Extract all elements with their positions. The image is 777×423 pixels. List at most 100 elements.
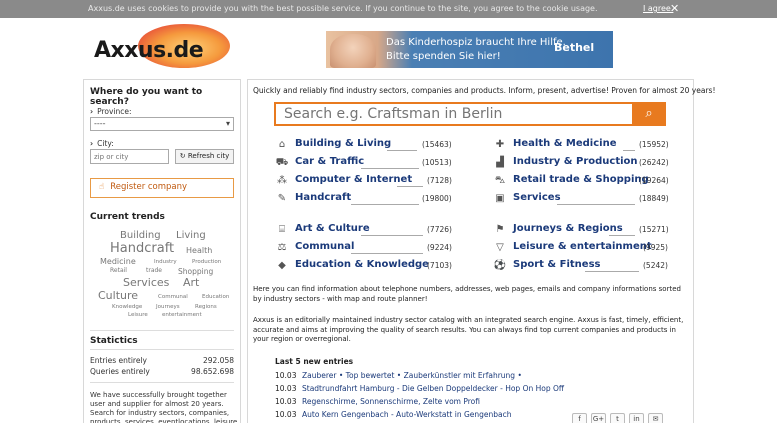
category-building-living[interactable]: ⌂ Building & Living (15463) xyxy=(275,138,475,153)
category-label: Handcraft xyxy=(295,192,352,203)
tag-culture[interactable]: Culture xyxy=(98,289,138,302)
category-health-medicine[interactable]: ✚ Health & Medicine (15952) xyxy=(493,138,683,153)
province-label-text: Province: xyxy=(97,107,132,116)
category-count: (18849) xyxy=(639,194,669,203)
stat-label: Entries entirely xyxy=(90,356,147,365)
category-count: (7726) xyxy=(427,225,452,234)
linkedin-icon[interactable]: in xyxy=(629,413,644,423)
stat-entries: Entries entirely 292.058 xyxy=(90,356,234,365)
tag-services[interactable]: Services xyxy=(123,276,169,289)
refresh-icon: ↻ xyxy=(179,152,186,160)
tag-entertainment[interactable]: entertainment xyxy=(162,312,202,318)
category-count: (9224) xyxy=(427,243,452,252)
stat-label: Queries entirely xyxy=(90,367,150,376)
tag-medicine[interactable]: Medicine xyxy=(100,257,136,266)
dotted-leader xyxy=(609,235,635,236)
category-count: (10513) xyxy=(422,158,452,167)
category-count: (15271) xyxy=(639,225,669,234)
category-count: (7103) xyxy=(427,261,452,270)
refresh-city-button[interactable]: ↻ Refresh city xyxy=(175,149,234,164)
register-company-label: Register company xyxy=(110,182,188,192)
category-leisure-entertainment[interactable]: ▽ Leisure & entertainment (9925) xyxy=(493,241,683,256)
tag-handcraft[interactable]: Handcraft xyxy=(110,241,174,256)
tag-journeys[interactable]: Journeys xyxy=(156,304,180,310)
cookie-text: Axxus.de uses cookies to provide you wit… xyxy=(88,4,598,13)
province-select[interactable]: ---- ▾ xyxy=(90,117,234,131)
google-plus-icon[interactable]: G+ xyxy=(591,413,606,423)
baby-image xyxy=(330,34,376,68)
tag-trade[interactable]: trade xyxy=(146,267,162,274)
tag-building[interactable]: Building xyxy=(120,230,161,241)
category-computer-internet[interactable]: ⁂ Computer & Internet (7128) xyxy=(275,174,475,189)
entry-link[interactable]: Zauberer • Top bewertet • Zauberkünstler… xyxy=(302,371,522,380)
main-panel: Quickly and reliably find industry secto… xyxy=(247,79,715,423)
search-input[interactable] xyxy=(274,102,632,126)
stat-value: 292.058 xyxy=(202,356,234,365)
banner-headline: Das Kinderhospiz braucht Ihre Hilfe. xyxy=(386,37,566,48)
signpost-icon: ⚑ xyxy=(495,224,505,235)
cookie-agree-link[interactable]: I agree. xyxy=(643,0,673,18)
thumbs-up-icon: ☝ xyxy=(99,182,105,192)
tag-health[interactable]: Health xyxy=(186,246,212,255)
facebook-icon[interactable]: f xyxy=(572,413,587,423)
tag-education[interactable]: Education xyxy=(202,294,229,300)
category-services[interactable]: ▣ Services (18849) xyxy=(493,192,683,207)
chevron-right-icon: › xyxy=(90,139,94,148)
category-education-knowledge[interactable]: ◆ Education & Knowledge (7103) xyxy=(275,259,475,274)
banner-cta: Bitte spenden Sie hier! xyxy=(386,51,501,62)
tag-production[interactable]: Production xyxy=(192,259,221,265)
register-company-button[interactable]: ☝ Register company xyxy=(90,178,234,198)
about-text: We have successfully brought together us… xyxy=(90,391,238,423)
new-entry-row: 10.03 Stadtrundfahrt Hamburg - Die Gelben… xyxy=(275,384,564,393)
divider xyxy=(90,330,234,331)
category-label: Industry & Production xyxy=(513,156,638,167)
banner-ad[interactable]: Das Kinderhospiz braucht Ihre Hilfe. Bit… xyxy=(326,31,613,68)
cocktail-icon: ▽ xyxy=(496,242,504,253)
category-communal[interactable]: ⚖ Communal (9224) xyxy=(275,241,475,256)
dotted-leader xyxy=(585,271,639,272)
football-icon: ⚽ xyxy=(493,260,507,271)
category-car-traffic[interactable]: ⛟ Car & Traffic (10513) xyxy=(275,156,475,171)
category-handcraft[interactable]: ✎ Handcraft (19800) xyxy=(275,192,475,207)
tag-industry[interactable]: Industry xyxy=(154,259,177,265)
category-art-culture[interactable]: ⌸ Art & Culture (7726) xyxy=(275,223,475,238)
category-label: Sport & Fitness xyxy=(513,259,601,270)
category-label: Journeys & Regions xyxy=(513,223,623,234)
entry-link[interactable]: Regenschirme, Sonnenschirme, Zelte vom P… xyxy=(302,397,480,406)
category-count: (7128) xyxy=(427,176,452,185)
tag-leisure[interactable]: Leisure xyxy=(128,312,148,318)
category-label: Leisure & entertainment xyxy=(513,241,652,252)
search-bar: ⌕ xyxy=(274,102,666,126)
dotted-leader xyxy=(397,186,423,187)
tag-retail[interactable]: Retail xyxy=(110,267,127,274)
category-industry-production[interactable]: ▟ Industry & Production (26242) xyxy=(493,156,683,171)
dotted-leader xyxy=(387,150,417,151)
tag-communal[interactable]: Communal xyxy=(158,294,188,300)
close-icon[interactable]: ✕ xyxy=(670,0,679,18)
twitter-icon[interactable]: t xyxy=(610,413,625,423)
tag-art[interactable]: Art xyxy=(183,276,199,289)
cart-icon: ⛍ xyxy=(494,175,506,186)
category-sport-fitness[interactable]: ⚽ Sport & Fitness (5242) xyxy=(493,259,683,274)
car-icon: ⛟ xyxy=(275,157,289,168)
search-button[interactable]: ⌕ xyxy=(632,102,666,126)
entry-link[interactable]: Stadtrundfahrt Hamburg - Die Gelben Dopp… xyxy=(302,384,564,393)
entry-link[interactable]: Auto Kern Gengenbach - Auto-Werkstatt in… xyxy=(302,410,512,419)
tag-living[interactable]: Living xyxy=(176,230,206,241)
city-input[interactable] xyxy=(90,149,169,164)
site-logo[interactable]: Axxus.de xyxy=(88,22,233,70)
category-journeys-regions[interactable]: ⚑ Journeys & Regions (15271) xyxy=(493,223,683,238)
trends-title: Current trends xyxy=(90,212,165,222)
email-icon[interactable]: ✉ xyxy=(648,413,663,423)
tag-regions[interactable]: Regions xyxy=(195,304,217,310)
tag-knowledge[interactable]: Knowledge xyxy=(112,304,142,310)
category-label: Car & Traffic xyxy=(295,156,365,167)
cookie-bar: Axxus.de uses cookies to provide you wit… xyxy=(0,0,777,18)
tag-shopping[interactable]: Shopping xyxy=(178,267,213,276)
category-retail-shopping[interactable]: ⛍ Retail trade & Shopping (19264) xyxy=(493,174,683,189)
category-label: Art & Culture xyxy=(295,223,370,234)
dotted-leader xyxy=(351,253,423,254)
category-count: (26242) xyxy=(639,158,669,167)
province-value: ---- xyxy=(94,119,106,128)
dotted-leader xyxy=(623,150,635,151)
